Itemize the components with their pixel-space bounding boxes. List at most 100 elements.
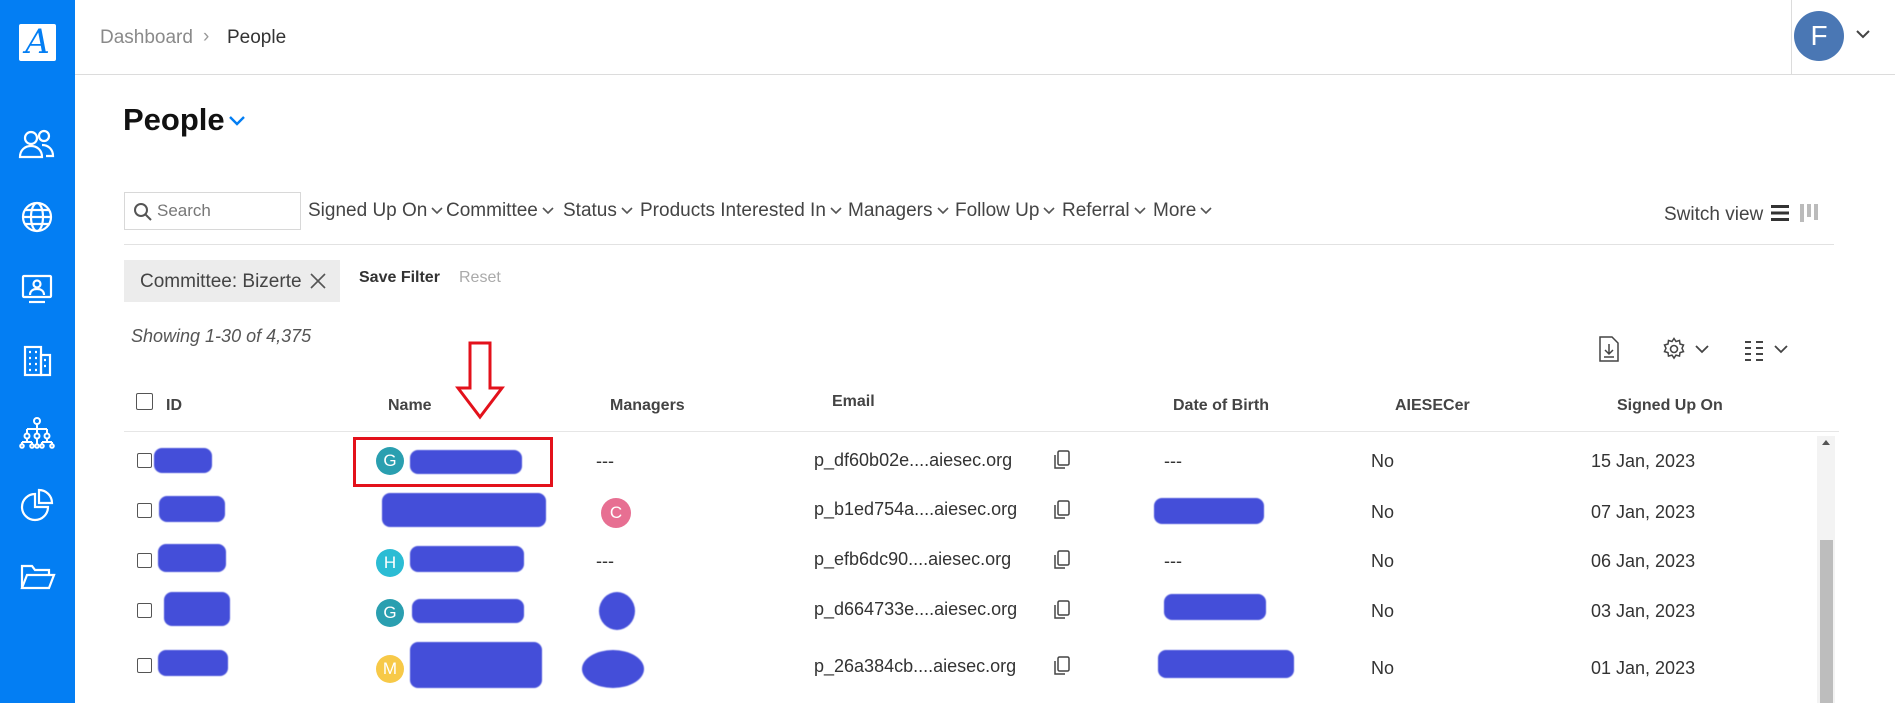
copy-icon[interactable] <box>1052 599 1072 621</box>
filter-products-interested-in[interactable]: Products Interested In <box>640 200 842 222</box>
column-header-name[interactable]: Name <box>388 397 432 415</box>
app-logo[interactable]: A <box>19 24 56 61</box>
export-icon[interactable] <box>1598 336 1620 362</box>
table-row[interactable]: M p_26a384cb....aiesec.org No 01 Jan, 20… <box>124 636 1819 688</box>
filter-label: More <box>1153 200 1197 221</box>
chevron-down-icon <box>542 207 554 215</box>
title-chevron-down-icon[interactable] <box>227 114 247 128</box>
name-avatar: G <box>376 599 404 627</box>
managers-cell: --- <box>596 451 614 471</box>
scrollbar-thumb[interactable] <box>1820 540 1833 703</box>
table-row[interactable]: G p_d664733e....aiesec.org No 03 Jan, 20… <box>124 586 1819 636</box>
search-icon <box>134 203 152 221</box>
redacted-id <box>158 544 226 572</box>
filter-status[interactable]: Status <box>563 200 633 222</box>
redacted-name[interactable] <box>410 642 542 688</box>
results-count: Showing 1-30 of 4,375 <box>131 326 312 346</box>
managers-cell: --- <box>596 551 614 571</box>
annotation-highlight-box <box>353 437 553 487</box>
chevron-down-icon <box>936 207 949 215</box>
avatar-initial: M <box>382 659 398 678</box>
select-all-checkbox[interactable] <box>136 393 153 410</box>
manager-avatar: C <box>601 498 631 528</box>
dob-cell: --- <box>1164 451 1182 471</box>
row-checkbox[interactable] <box>137 453 152 468</box>
filter-label: Referral <box>1062 200 1130 221</box>
chevron-down-icon <box>621 207 633 215</box>
avatar-initial: G <box>383 603 397 622</box>
filter-label: Managers <box>848 200 933 221</box>
filter-managers[interactable]: Managers <box>848 200 949 222</box>
filter-signed-up-on[interactable]: Signed Up On <box>308 200 443 222</box>
table-row[interactable]: H --- p_efb6dc90....aiesec.org --- No 06… <box>124 536 1819 586</box>
redacted-name[interactable] <box>410 546 524 572</box>
chevron-down-icon <box>1200 207 1212 215</box>
copy-icon[interactable] <box>1052 499 1072 521</box>
reset-button[interactable]: Reset <box>459 269 501 287</box>
row-checkbox[interactable] <box>137 603 152 618</box>
redacted-name[interactable] <box>412 599 524 623</box>
search-input[interactable] <box>157 199 297 223</box>
chevron-down-icon[interactable] <box>1773 344 1789 356</box>
column-header-managers[interactable]: Managers <box>610 397 685 415</box>
avatar-initial: H <box>383 553 397 572</box>
column-header-id[interactable]: ID <box>166 397 182 415</box>
copy-icon[interactable] <box>1052 655 1072 677</box>
sidebar: A <box>0 0 75 703</box>
redacted-id <box>158 650 228 676</box>
filter-more[interactable]: More <box>1153 200 1212 222</box>
redacted-manager <box>599 592 635 630</box>
copy-icon[interactable] <box>1052 449 1072 471</box>
divider <box>124 244 1834 245</box>
column-header-aiesecer[interactable]: AIESECer <box>1395 397 1470 415</box>
people-icon[interactable] <box>14 122 60 168</box>
chevron-down-icon[interactable] <box>1694 344 1710 356</box>
columns-icon[interactable] <box>1743 339 1765 361</box>
chevron-down-icon[interactable] <box>1853 24 1873 44</box>
column-header-date-of-birth[interactable]: Date of Birth <box>1173 397 1269 415</box>
row-checkbox[interactable] <box>137 553 152 568</box>
copy-icon[interactable] <box>1052 549 1072 571</box>
email-cell: p_b1ed754a....aiesec.org <box>814 499 1018 519</box>
row-checkbox[interactable] <box>137 503 152 518</box>
table-row[interactable]: C p_b1ed754a....aiesec.org No 07 Jan, 20… <box>124 486 1819 536</box>
filter-label: Status <box>563 200 617 221</box>
pie-chart-icon[interactable] <box>14 482 60 528</box>
filter-label: Products Interested In <box>640 200 826 221</box>
email-cell: p_efb6dc90....aiesec.org <box>814 549 1012 569</box>
user-avatar[interactable]: F <box>1794 11 1844 61</box>
org-chart-icon[interactable] <box>14 410 60 456</box>
redacted-id <box>164 592 230 626</box>
redacted-dob <box>1158 650 1294 678</box>
breadcrumb-dashboard[interactable]: Dashboard <box>100 27 193 49</box>
row-checkbox[interactable] <box>137 658 152 673</box>
signed-up-cell: 03 Jan, 2023 <box>1591 601 1696 621</box>
email-cell: p_df60b02e....aiesec.org <box>814 450 1013 470</box>
column-header-signed-up-on[interactable]: Signed Up On <box>1617 397 1723 415</box>
close-icon[interactable] <box>309 272 327 290</box>
active-filter-chip: Committee: Bizerte <box>124 260 340 302</box>
presentation-icon[interactable] <box>14 266 60 312</box>
filter-referral[interactable]: Referral <box>1062 200 1146 222</box>
avatar-initial: C <box>609 503 623 522</box>
board-view-icon[interactable] <box>1799 203 1819 223</box>
aiesecer-cell: No <box>1371 502 1395 522</box>
list-view-icon[interactable] <box>1770 203 1790 223</box>
chevron-down-icon <box>431 207 443 215</box>
name-avatar: H <box>376 549 404 577</box>
signed-up-cell: 06 Jan, 2023 <box>1591 551 1696 571</box>
globe-icon[interactable] <box>14 194 60 240</box>
signed-up-cell: 01 Jan, 2023 <box>1591 658 1696 678</box>
scroll-up-arrow-icon[interactable] <box>1821 438 1831 446</box>
settings-gear-icon[interactable] <box>1662 337 1686 361</box>
filter-follow-up[interactable]: Follow Up <box>955 200 1056 222</box>
building-icon[interactable] <box>14 338 60 384</box>
annotation-arrow-icon <box>455 341 505 420</box>
filter-committee[interactable]: Committee <box>446 200 554 222</box>
folder-icon[interactable] <box>14 554 60 600</box>
column-header-email[interactable]: Email <box>832 393 875 411</box>
email-cell: p_d664733e....aiesec.org <box>814 599 1018 619</box>
redacted-name[interactable] <box>382 493 546 527</box>
save-filter-button[interactable]: Save Filter <box>359 269 440 287</box>
aiesecer-cell: No <box>1371 601 1395 621</box>
